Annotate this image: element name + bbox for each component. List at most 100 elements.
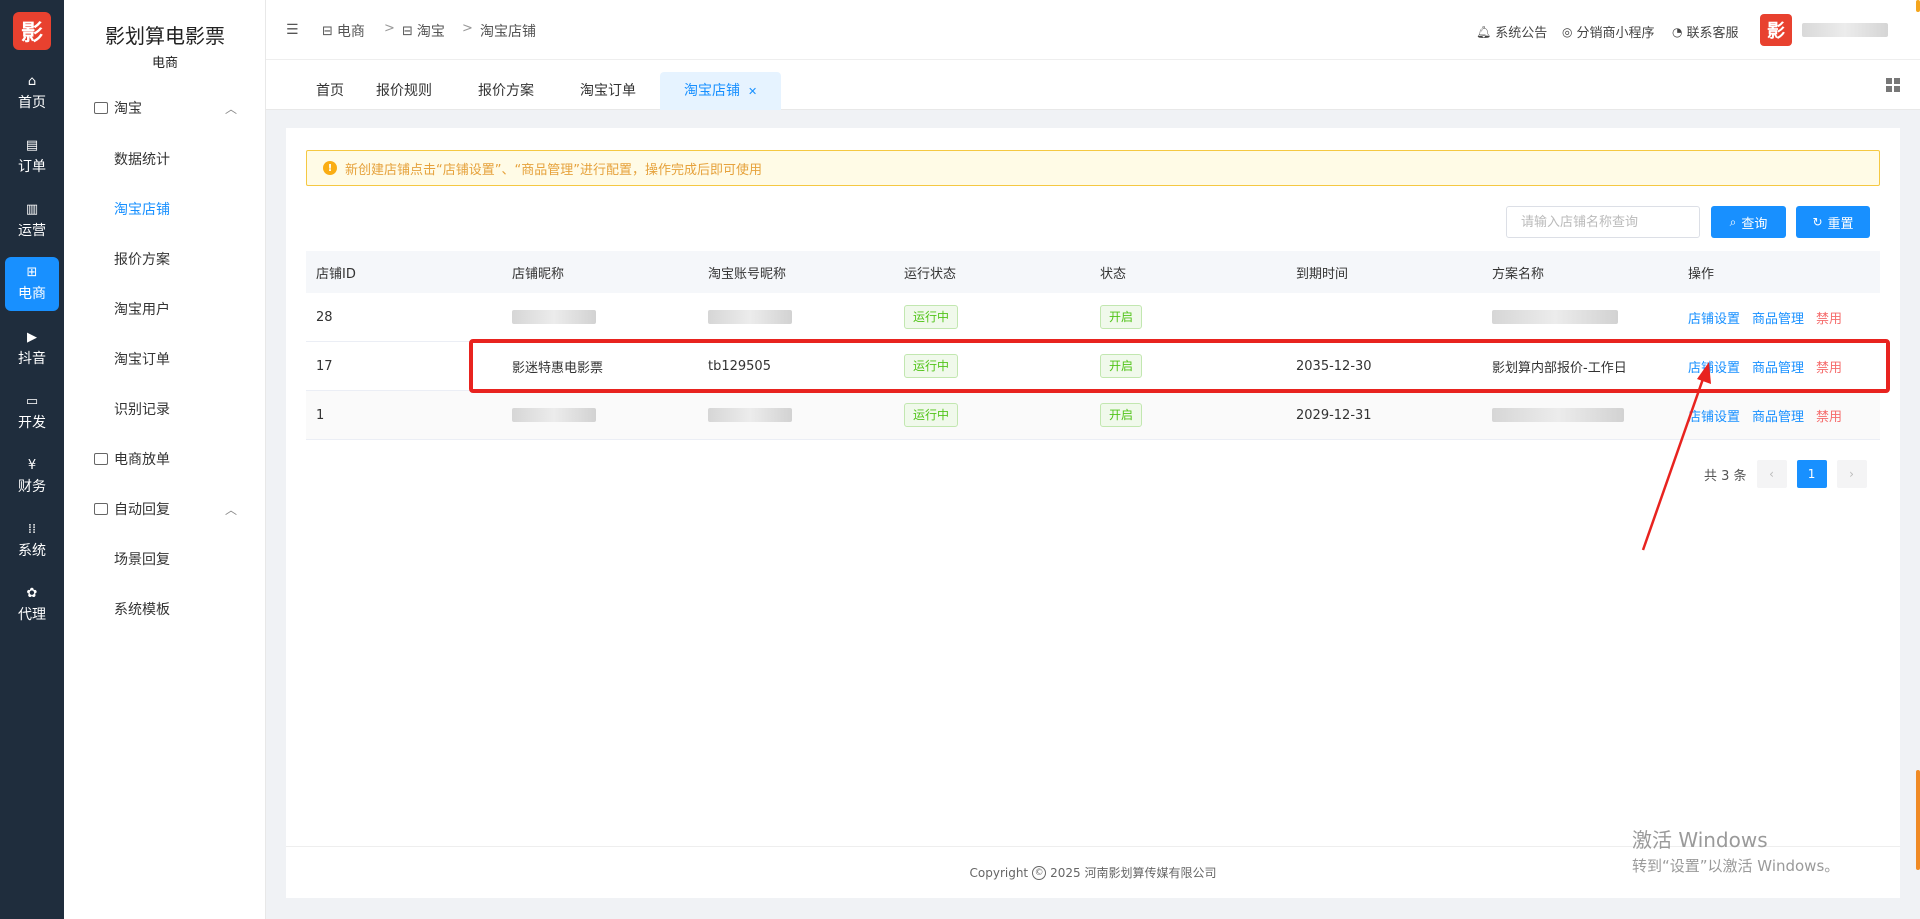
tab-quote-plans[interactable]: 报价方案 bbox=[468, 72, 544, 110]
rail-item-label: 代理 bbox=[18, 607, 46, 623]
sub-sidebar: 影划算电影票 电商 淘宝 ︿ 数据统计 淘宝店铺 报价方案 淘宝用户 淘宝订单 … bbox=[64, 0, 266, 919]
disable-link[interactable]: 禁用 bbox=[1816, 406, 1842, 425]
agent-icon: ✿ bbox=[26, 585, 38, 601]
next-page-button[interactable]: › bbox=[1836, 460, 1867, 488]
side-item-scene-reply[interactable]: 场景回复 bbox=[114, 549, 170, 569]
column-header: 操作 bbox=[1688, 266, 1715, 282]
column-header: 到期时间 bbox=[1296, 266, 1349, 282]
content-card: ! 新创建店铺点击“店铺设置”、“商品管理”进行配置，操作完成后即可使用 ⌕查询… bbox=[286, 128, 1900, 898]
side-group-ecom-release[interactable]: 电商放单 bbox=[94, 449, 170, 469]
avatar[interactable]: 影 bbox=[1760, 14, 1792, 46]
close-icon[interactable]: ✕ bbox=[748, 85, 757, 98]
side-item-taobao-orders[interactable]: 淘宝订单 bbox=[114, 349, 170, 369]
system-notice-link[interactable]: 🔔︎ 系统公告 bbox=[1476, 22, 1547, 42]
query-button[interactable]: ⌕ 查询 bbox=[1711, 206, 1786, 238]
rail-item-operations[interactable]: ▥ 运营 bbox=[5, 194, 59, 248]
rail-item-ecommerce[interactable]: ⊞ 电商 bbox=[5, 257, 59, 311]
annotation-highlight-box bbox=[469, 339, 1890, 393]
side-item-taobao-users[interactable]: 淘宝用户 bbox=[114, 299, 170, 319]
redacted-shop-name bbox=[512, 310, 596, 324]
page-button[interactable]: 1 bbox=[1796, 460, 1827, 488]
breadcrumb-separator: > bbox=[384, 21, 395, 36]
chevron-up-icon[interactable]: ︿ bbox=[225, 100, 237, 117]
shop-id: 28 bbox=[316, 309, 333, 325]
warning-icon: ! bbox=[323, 161, 337, 175]
app-rail: 影 ⌂ 首页 ▤ 订单 ▥ 运营 ⊞ 电商 ▶ 抖音 ▭ 开发 ¥ 财务 ⁞⁞ … bbox=[0, 0, 64, 919]
rail-item-label: 运营 bbox=[18, 223, 46, 239]
rail-item-label: 系统 bbox=[18, 543, 46, 559]
prev-page-button[interactable]: ‹ bbox=[1756, 460, 1787, 488]
side-group-taobao[interactable]: 淘宝 bbox=[94, 98, 142, 118]
shop-icon: ⊞ bbox=[26, 264, 38, 280]
windows-activation-watermark: 激活 Windows 转到“设置”以激活 Windows。 bbox=[1632, 828, 1840, 875]
side-item-data-stats[interactable]: 数据统计 bbox=[114, 149, 170, 169]
shop-id: 1 bbox=[316, 407, 325, 423]
product-management-link[interactable]: 商品管理 bbox=[1752, 308, 1804, 327]
scroll-indicator bbox=[1916, 0, 1920, 12]
miniapp-icon: ◎ bbox=[1562, 24, 1573, 39]
rail-item-home[interactable]: ⌂ 首页 bbox=[5, 66, 59, 120]
rail-item-agent[interactable]: ✿ 代理 bbox=[5, 578, 59, 632]
side-item-recognition-log[interactable]: 识别记录 bbox=[114, 399, 170, 419]
redacted-account bbox=[708, 408, 792, 422]
username-redacted[interactable] bbox=[1802, 23, 1888, 37]
rail-item-label: 订单 bbox=[18, 159, 46, 175]
refresh-icon: ↻ bbox=[1812, 215, 1823, 229]
video-icon: ▶ bbox=[27, 329, 37, 345]
column-header: 店铺昵称 bbox=[512, 266, 565, 282]
shop-search-input[interactable] bbox=[1506, 206, 1700, 238]
rail-item-label: 抖音 bbox=[18, 351, 46, 367]
tab-quote-rules[interactable]: 报价规则 bbox=[366, 72, 442, 110]
app-logo[interactable]: 影 bbox=[13, 12, 51, 50]
collapse-menu-icon[interactable]: ☰ bbox=[286, 22, 299, 38]
side-group-label: 电商放单 bbox=[114, 452, 170, 468]
run-status-badge: 运行中 bbox=[904, 305, 959, 329]
side-item-quote-plans[interactable]: 报价方案 bbox=[114, 249, 170, 269]
tab-taobao-shops[interactable]: 淘宝店铺 ✕ bbox=[660, 72, 782, 110]
side-group-auto-reply[interactable]: 自动回复 bbox=[94, 499, 170, 519]
table-row: 1 运行中 开启 2029-12-31 店铺设置 商品管理 禁用 bbox=[306, 391, 1880, 440]
bell-icon: 🔔︎ bbox=[1476, 24, 1492, 39]
info-alert: ! 新创建店铺点击“店铺设置”、“商品管理”进行配置，操作完成后即可使用 bbox=[306, 150, 1880, 186]
pagination-total: 共 3 条 bbox=[1704, 468, 1747, 484]
contact-support-link[interactable]: ◔ 联系客服 bbox=[1672, 22, 1739, 42]
rail-item-dev[interactable]: ▭ 开发 bbox=[5, 386, 59, 440]
status-badge: 开启 bbox=[1100, 305, 1143, 329]
store-icon bbox=[94, 102, 108, 114]
reset-button[interactable]: ↻ 重置 bbox=[1796, 206, 1870, 238]
breadcrumb-taobao[interactable]: ⊟ 淘宝 bbox=[402, 21, 445, 41]
breadcrumb-ecommerce[interactable]: ⊟ 电商 bbox=[322, 21, 365, 41]
document-icon bbox=[94, 453, 108, 465]
redacted-plan bbox=[1492, 408, 1624, 422]
disable-link[interactable]: 禁用 bbox=[1816, 308, 1842, 327]
search-icon: ⌕ bbox=[1729, 214, 1737, 229]
rail-item-orders[interactable]: ▤ 订单 bbox=[5, 130, 59, 184]
home-icon: ⌂ bbox=[27, 73, 37, 89]
rail-item-system[interactable]: ⁞⁞ 系统 bbox=[5, 514, 59, 568]
redacted-account bbox=[708, 310, 792, 324]
shop-settings-link[interactable]: 店铺设置 bbox=[1688, 308, 1740, 327]
side-item-taobao-shops[interactable]: 淘宝店铺 bbox=[114, 199, 170, 219]
rail-item-finance[interactable]: ¥ 财务 bbox=[5, 450, 59, 504]
rail-item-label: 开发 bbox=[18, 415, 46, 431]
alert-text: 新创建店铺点击“店铺设置”、“商品管理”进行配置，操作完成后即可使用 bbox=[345, 162, 762, 178]
column-header: 店铺ID bbox=[316, 266, 356, 282]
app-title: 影划算电影票 bbox=[105, 24, 225, 48]
copyright-prefix: Copyright bbox=[969, 865, 1029, 880]
copyright-icon: © bbox=[1032, 865, 1047, 880]
side-item-system-templates[interactable]: 系统模板 bbox=[114, 599, 170, 619]
column-header: 淘宝账号昵称 bbox=[708, 266, 787, 282]
tab-home[interactable]: 首页 bbox=[306, 72, 354, 110]
redacted-plan bbox=[1492, 310, 1618, 324]
product-management-link[interactable]: 商品管理 bbox=[1752, 406, 1804, 425]
chevron-up-icon[interactable]: ︿ bbox=[225, 501, 237, 518]
rail-item-label: 首页 bbox=[18, 95, 46, 111]
miniapp-link[interactable]: ◎ 分销商小程序 bbox=[1562, 22, 1655, 42]
rail-item-douyin[interactable]: ▶ 抖音 bbox=[5, 322, 59, 376]
shop-settings-link[interactable]: 店铺设置 bbox=[1688, 406, 1740, 425]
tab-taobao-orders[interactable]: 淘宝订单 bbox=[570, 72, 646, 110]
grid-icon[interactable] bbox=[1886, 78, 1900, 92]
side-widget-handle[interactable] bbox=[1916, 770, 1920, 870]
code-icon: ▭ bbox=[25, 393, 39, 409]
copyright-text: 2025 河南影划算传媒有限公司 bbox=[1050, 866, 1217, 880]
